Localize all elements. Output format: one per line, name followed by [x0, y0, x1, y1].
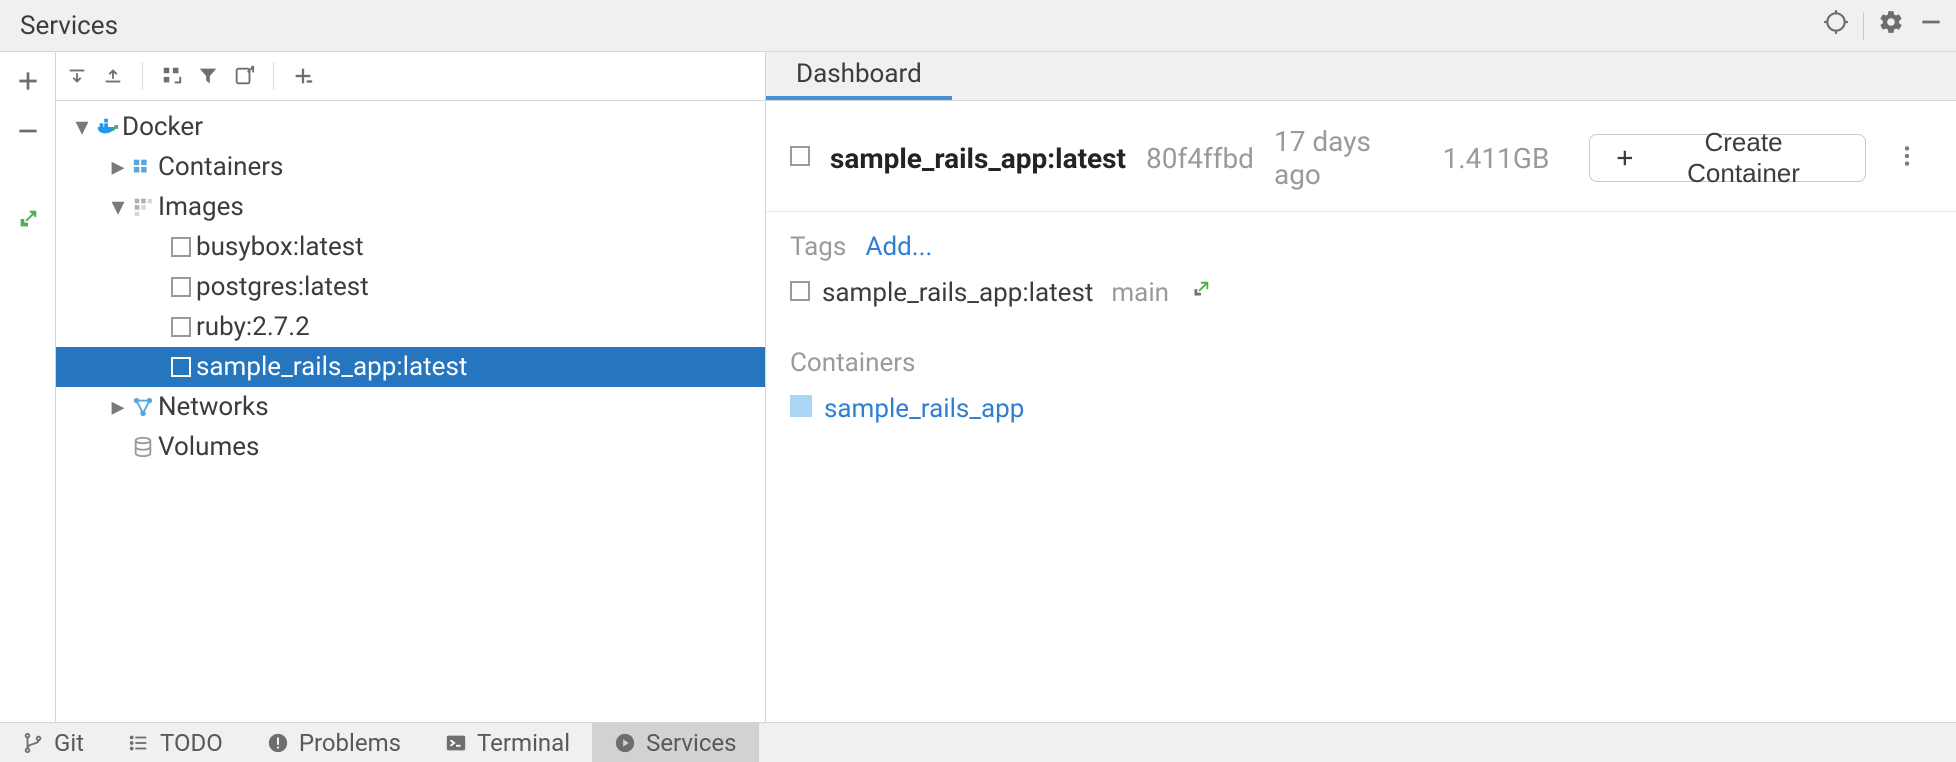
container-row: sample_rails_app [790, 378, 1932, 424]
collapse-all-icon[interactable] [102, 65, 124, 87]
dashboard-tabs: Dashboard [766, 52, 1956, 101]
status-git[interactable]: Git [0, 723, 106, 762]
panel-title: Services [20, 11, 118, 41]
chevron-down-icon[interactable]: ▾ [72, 112, 92, 142]
left-rail [0, 52, 56, 722]
tab-label: Dashboard [796, 59, 922, 89]
image-id: 80f4ffbd [1146, 142, 1254, 175]
button-label: Create Container [1646, 127, 1841, 189]
image-box-icon [166, 317, 196, 337]
tree-label: Docker [122, 112, 203, 142]
tree-node-image-selected[interactable]: sample_rails_app:latest [56, 347, 765, 387]
terminal-icon [445, 732, 467, 754]
tree-label: postgres:latest [196, 272, 369, 302]
tag-row: sample_rails_app:latest main [790, 262, 1932, 308]
play-circle-icon [614, 732, 636, 754]
tree-node-images[interactable]: ▾ Images [56, 187, 765, 227]
tags-label: Tags [790, 232, 846, 262]
image-age: 17 days ago [1274, 125, 1423, 191]
target-icon[interactable] [1823, 9, 1849, 42]
git-branch-icon [22, 732, 44, 754]
tree-label: busybox:latest [196, 232, 364, 262]
chevron-right-icon[interactable]: ▸ [108, 152, 128, 182]
panel-title-bar: Services [0, 0, 1956, 52]
status-label: Terminal [477, 729, 570, 757]
create-container-button[interactable]: Create Container [1589, 134, 1866, 182]
image-box-icon [166, 237, 196, 257]
add-tag-link[interactable]: Add... [865, 232, 932, 262]
status-services[interactable]: Services [592, 723, 758, 762]
service-tree[interactable]: ▾ Docker ▸ Containers ▾ Images busybox:l… [56, 101, 765, 722]
tree-label: Images [158, 192, 244, 222]
image-box-icon [790, 146, 810, 170]
images-icon [128, 196, 158, 218]
chevron-down-icon[interactable]: ▾ [108, 192, 128, 222]
tag-name: sample_rails_app:latest [822, 278, 1093, 308]
tree-label: Networks [158, 392, 269, 422]
tree-node-image[interactable]: busybox:latest [56, 227, 765, 267]
expand-all-icon[interactable] [66, 65, 88, 87]
tree-node-docker[interactable]: ▾ Docker [56, 107, 765, 147]
image-name: sample_rails_app:latest [830, 142, 1126, 175]
tree-node-image[interactable]: ruby:2.7.2 [56, 307, 765, 347]
open-external-icon[interactable] [1189, 278, 1211, 308]
group-by-icon[interactable] [161, 65, 183, 87]
status-problems[interactable]: Problems [245, 723, 423, 762]
plus-icon [1614, 147, 1636, 169]
container-box-icon [790, 394, 812, 424]
volumes-icon [128, 436, 158, 458]
tree-toolbar [56, 52, 765, 101]
tree-node-image[interactable]: postgres:latest [56, 267, 765, 307]
status-label: Services [646, 729, 736, 757]
dashboard-header: sample_rails_app:latest 80f4ffbd 17 days… [766, 101, 1956, 212]
containers-section: Containers sample_rails_app [766, 328, 1956, 424]
image-box-icon [166, 357, 196, 377]
status-terminal[interactable]: Terminal [423, 723, 592, 762]
tab-dashboard[interactable]: Dashboard [766, 52, 952, 100]
status-todo[interactable]: TODO [106, 723, 245, 762]
status-label: Problems [299, 729, 401, 757]
status-label: Git [54, 729, 84, 757]
dashboard-panel: Dashboard sample_rails_app:latest 80f4ff… [766, 52, 1956, 722]
image-size: 1.411GB [1443, 142, 1550, 175]
minimize-icon[interactable] [1918, 9, 1944, 42]
tag-suffix: main [1111, 278, 1169, 308]
tree-node-containers[interactable]: ▸ Containers [56, 147, 765, 187]
tree-label: Volumes [158, 432, 259, 462]
tree-label: Containers [158, 152, 283, 182]
chevron-right-icon[interactable]: ▸ [108, 392, 128, 422]
list-icon [128, 732, 150, 754]
divider [1863, 12, 1864, 40]
tags-section: Tags Add... sample_rails_app:latest main [766, 212, 1956, 308]
tree-node-networks[interactable]: ▸ Networks [56, 387, 765, 427]
new-icon[interactable] [292, 65, 314, 87]
containers-label: Containers [790, 348, 915, 378]
networks-icon [128, 396, 158, 418]
tree-label: sample_rails_app:latest [196, 352, 467, 382]
warning-icon [267, 732, 289, 754]
tree-node-volumes[interactable]: ▸ Volumes [56, 427, 765, 467]
kebab-icon[interactable] [1886, 143, 1928, 173]
image-box-icon [166, 277, 196, 297]
filter-icon[interactable] [197, 65, 219, 87]
status-bar: Git TODO Problems Terminal Services [0, 722, 1956, 762]
tree-panel: ▾ Docker ▸ Containers ▾ Images busybox:l… [56, 52, 766, 722]
image-box-icon [790, 278, 810, 308]
container-name-link[interactable]: sample_rails_app [824, 394, 1024, 424]
remove-icon[interactable] [15, 118, 41, 148]
tree-label: ruby:2.7.2 [196, 312, 310, 342]
containers-icon [128, 156, 158, 178]
scroll-to-icon[interactable] [233, 65, 255, 87]
open-new-tab-icon[interactable] [17, 208, 39, 234]
add-icon[interactable] [15, 68, 41, 98]
gear-icon[interactable] [1878, 9, 1904, 42]
docker-icon [92, 116, 122, 138]
status-label: TODO [160, 729, 223, 757]
